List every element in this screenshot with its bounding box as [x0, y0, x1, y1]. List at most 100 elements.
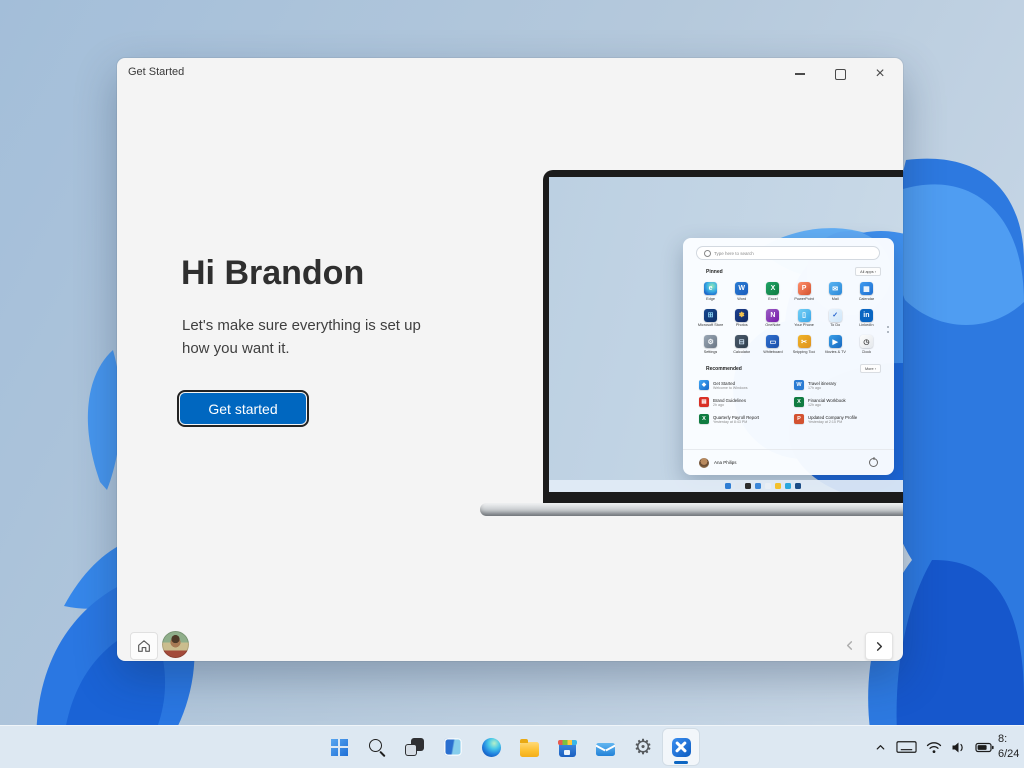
- file-explorer-taskbar-button[interactable]: [511, 729, 547, 765]
- page-subtitle: Let's make sure everything is set up how…: [182, 314, 447, 361]
- settings-taskbar-button[interactable]: [625, 729, 661, 765]
- mail-icon: ✉: [829, 282, 842, 295]
- maximize-icon: [835, 69, 846, 80]
- get-started-button[interactable]: Get started: [180, 393, 306, 424]
- taskbar-app-icon: [444, 738, 462, 756]
- recommended-item: X Financial Workbook 12h ago: [794, 397, 881, 407]
- taskbar-center-icons: [321, 729, 699, 765]
- touch-keyboard-icon[interactable]: [896, 740, 917, 754]
- recommended-item: ◆ Get Started Welcome to Windows: [699, 380, 786, 390]
- recommended-title: Travel itinerary: [808, 381, 836, 386]
- chevron-up-icon[interactable]: [874, 741, 887, 754]
- settings-icon: ⚙: [704, 335, 717, 348]
- forward-button[interactable]: [865, 632, 893, 660]
- home-button[interactable]: [130, 632, 158, 660]
- edge-icon: e: [704, 282, 717, 295]
- volume-icon[interactable]: [951, 741, 966, 754]
- laptop-taskbar-icons: [725, 483, 801, 489]
- app-label: Your Phone: [794, 323, 814, 327]
- mail-taskbar-button[interactable]: [587, 729, 623, 765]
- recommended-subtitle: Welcome to Windows: [713, 386, 748, 390]
- taskbar-app-icon: [672, 738, 691, 757]
- movies-tv-icon: ▶: [829, 335, 842, 348]
- linkedin-icon: in: [860, 309, 873, 322]
- maximize-button[interactable]: [825, 63, 855, 85]
- travel-itinerary-icon: W: [794, 380, 804, 390]
- pinned-app: e Edge: [695, 282, 726, 301]
- battery-icon[interactable]: [975, 742, 994, 753]
- brand-guidelines-icon: ▤: [699, 397, 709, 407]
- mini-taskbar-icon: [765, 483, 771, 489]
- pinned-app: ▯ Your Phone: [788, 309, 819, 328]
- pinned-app: in LinkedIn: [851, 309, 882, 328]
- desktop: { "window": { "title": "Get Started", "c…: [0, 0, 1024, 768]
- minimize-button[interactable]: [785, 63, 815, 85]
- photos-icon: ✽: [735, 309, 748, 322]
- app-label: Excel: [768, 297, 777, 301]
- recommended-subtitle: Yesterday at 8:43 PM: [713, 420, 759, 424]
- pinned-pagination-dots: [887, 326, 889, 333]
- get-started-icon: ◆: [699, 380, 709, 390]
- recommended-title: Updated Company Profile: [808, 415, 857, 420]
- home-icon: [136, 638, 152, 654]
- snipping-tool-icon: ✂: [798, 335, 811, 348]
- back-button[interactable]: [836, 632, 862, 658]
- app-label: Calculator: [733, 350, 750, 354]
- taskbar-app-icon: [633, 737, 653, 757]
- recommended-subtitle: 17h ago: [808, 386, 836, 390]
- app-label: Mail: [832, 297, 839, 301]
- mini-taskbar-icon: [745, 483, 751, 489]
- taskbar-app-icon: [482, 738, 501, 757]
- pinned-app: ✂ Snipping Tool: [788, 335, 819, 354]
- pinned-app: ◷ Clock: [851, 335, 882, 354]
- clock-time: 8:: [998, 732, 1024, 747]
- calculator-icon: ⊟: [735, 335, 748, 348]
- all-apps-button: All apps ›: [855, 267, 881, 276]
- close-button[interactable]: ×: [865, 63, 895, 85]
- search-icon: [704, 250, 711, 257]
- app-label: Settings: [704, 350, 718, 354]
- task-view-taskbar-button[interactable]: [397, 729, 433, 765]
- clock-date: 6/24: [998, 747, 1024, 762]
- pinned-app: ✽ Photos: [726, 309, 757, 328]
- recommended-title: Financial Workbook: [808, 398, 846, 403]
- start-user-row: Ana Philips: [683, 449, 894, 475]
- app-label: To Do: [830, 323, 840, 327]
- app-label: OneNote: [765, 323, 780, 327]
- wifi-icon[interactable]: [926, 741, 942, 754]
- app-label: Snipping Tool: [793, 350, 816, 354]
- microsoft-edge-taskbar-button[interactable]: [473, 729, 509, 765]
- account-avatar[interactable]: [162, 631, 189, 658]
- widgets-taskbar-button[interactable]: [435, 729, 471, 765]
- laptop-taskbar: [549, 480, 903, 492]
- mini-taskbar-icon: [755, 483, 761, 489]
- microsoft-store-taskbar-button[interactable]: [549, 729, 585, 765]
- recommended-item: ▤ Brand Guidelines 2h ago: [699, 397, 786, 407]
- recommended-item: W Travel itinerary 17h ago: [794, 380, 881, 390]
- taskbar-clock[interactable]: 8: 6/24: [998, 726, 1024, 768]
- recommended-subtitle: 2h ago: [713, 403, 746, 407]
- chevron-left-icon: [844, 640, 855, 651]
- recommended-subtitle: 12h ago: [808, 403, 846, 407]
- updated-company-profile-icon: P: [794, 414, 804, 424]
- pinned-app: ⊞ Microsoft Store: [695, 309, 726, 328]
- app-label: Word: [737, 297, 746, 301]
- app-label: Clock: [862, 350, 872, 354]
- recommended-title: Quarterly Payroll Report: [713, 415, 759, 420]
- recommended-item: X Quarterly Payroll Report Yesterday at …: [699, 414, 786, 424]
- pinned-app: X Excel: [757, 282, 788, 301]
- pinned-app: ✓ To Do: [820, 309, 851, 328]
- taskbar-app-icon: [367, 737, 387, 757]
- pinned-app: ▶ Movies & TV: [820, 335, 851, 354]
- power-icon: [869, 458, 878, 467]
- laptop-screen: Type here to search Pinned All apps › e …: [549, 177, 903, 492]
- search-taskbar-button[interactable]: [359, 729, 395, 765]
- financial-workbook-icon: X: [794, 397, 804, 407]
- start-taskbar-button[interactable]: [321, 729, 357, 765]
- page-title: Hi Brandon: [181, 254, 364, 293]
- recommended-item: P Updated Company Profile Yesterday at 2…: [794, 414, 881, 424]
- get-started-taskbar-button[interactable]: [663, 729, 699, 765]
- user-avatar-icon: [699, 458, 709, 468]
- window-titlebar[interactable]: Get Started ×: [117, 58, 903, 88]
- system-tray: [874, 726, 994, 768]
